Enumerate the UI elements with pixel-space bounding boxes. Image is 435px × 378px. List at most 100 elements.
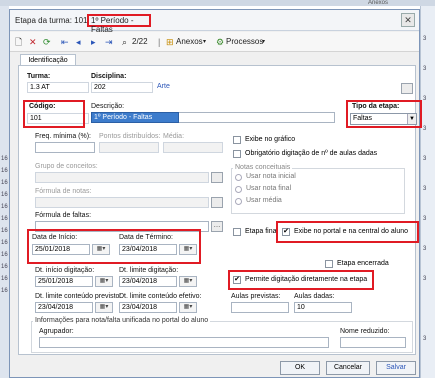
turma-label: Turma: <box>27 73 51 80</box>
exibe-portal-highlight-box <box>276 221 419 243</box>
turma-field[interactable]: 1.3 AT <box>27 82 89 93</box>
disciplina-name-link[interactable]: Arte <box>155 82 399 93</box>
freq-minima-label: Freq. mínima (%): <box>35 133 92 140</box>
dt-limite-digitacao-field[interactable]: 23/04/2018 <box>119 276 177 287</box>
dt-limite-efetivo-label: Dt. limite conteúdo efetivo: <box>119 293 202 300</box>
aulas-previstas-field[interactable] <box>231 302 289 313</box>
attachment-icon: ⊞ <box>166 37 174 47</box>
bg-row-number: 16 <box>1 276 8 282</box>
dt-limite-digitacao-label: Dt. limite digitação: <box>119 267 179 274</box>
permite-digitacao-checkbox[interactable]: ✔ <box>233 276 241 284</box>
calendar-icon[interactable]: ▦▾ <box>92 244 110 255</box>
bg-row-number: 16 <box>1 204 8 210</box>
dt-limite-previsto-field[interactable]: 23/04/2018 <box>35 302 93 313</box>
next-record-icon[interactable]: ▸ <box>91 35 96 49</box>
processos-menu-button[interactable]: Processos <box>226 35 263 49</box>
bg-row-number: 16 <box>1 252 8 258</box>
calendar-icon[interactable]: ▦▾ <box>179 244 197 255</box>
disciplina-code-field[interactable]: 202 <box>91 82 153 93</box>
bg-row-number: 3 <box>423 336 427 342</box>
refresh-icon[interactable]: ⟳ <box>43 35 51 49</box>
tipo-etapa-highlight-box <box>346 100 422 128</box>
usar-nota-inicial-label: Usar nota inicial <box>246 173 296 180</box>
formula-notas-field <box>35 197 209 208</box>
pontos-field <box>99 142 159 153</box>
calendar-icon[interactable]: ▦▾ <box>95 302 113 313</box>
bg-row-number: 3 <box>423 36 427 42</box>
anexos-menu-button[interactable]: Anexos <box>176 35 203 49</box>
separator: | <box>158 37 161 47</box>
background-anexos-label: Anexos <box>368 0 389 6</box>
etapa-final-checkbox[interactable] <box>233 228 241 236</box>
usar-nota-final-radio[interactable] <box>235 186 242 193</box>
chevron-down-icon[interactable]: ▾ <box>203 35 206 49</box>
formula-faltas-button[interactable]: … <box>211 221 223 232</box>
calendar-icon[interactable]: ▦▾ <box>179 302 197 313</box>
formula-faltas-label: Fórmula de faltas: <box>35 212 92 219</box>
disciplina-search-button[interactable] <box>401 83 413 94</box>
bg-row-number: 16 <box>1 264 8 270</box>
data-termino-field[interactable]: 23/04/2018 <box>119 244 177 255</box>
dt-limite-efetivo-field[interactable]: 23/04/2018 <box>119 302 177 313</box>
descricao-field[interactable]: 1º Período - Faltas <box>91 112 179 123</box>
dt-inicio-digitacao-label: Dt. início digitação: <box>35 267 95 274</box>
media-label: Média: <box>163 133 185 140</box>
bg-row-number: 3 <box>423 276 427 282</box>
aulas-dadas-field[interactable]: 10 <box>294 302 352 313</box>
data-inicio-label: Data de Início: <box>32 234 78 241</box>
data-termino-label: Data de Término: <box>119 234 173 241</box>
obrigatorio-label: Obrigatório digitação de nº de aulas dad… <box>245 150 378 157</box>
search-icon[interactable]: ⌕ <box>122 35 127 49</box>
dialog-toolbar: 🗋 ✕ ⟳ ⇤ ◂ ▸ ⇥ ⌕ 2/22 | ⊞ Anexos ▾ ⚙ Proc… <box>10 32 419 52</box>
delete-icon[interactable]: ✕ <box>29 35 37 49</box>
agrupador-label: Agrupador: <box>39 328 74 335</box>
ok-button[interactable]: OK <box>280 361 320 375</box>
etapa-dialog: Etapa da turma: 101 1º Período - Faltas … <box>9 9 422 378</box>
bg-row-number: 16 <box>1 180 8 186</box>
process-icon: ⚙ <box>216 37 225 47</box>
last-record-icon[interactable]: ⇥ <box>105 35 113 49</box>
grupo-conceitos-search-button <box>211 172 223 183</box>
usar-media-radio[interactable] <box>235 198 242 205</box>
calendar-icon[interactable]: ▦▾ <box>95 276 113 287</box>
close-button[interactable]: ✕ <box>401 13 415 27</box>
data-inicio-field[interactable]: 25/01/2018 <box>32 244 90 255</box>
bg-row-number: 3 <box>423 216 427 222</box>
etapa-encerrada-checkbox[interactable] <box>325 260 333 268</box>
new-icon[interactable]: 🗋 <box>15 35 22 49</box>
dt-inicio-digitacao-field[interactable]: 25/01/2018 <box>35 276 93 287</box>
bg-row-number: 16 <box>1 192 8 198</box>
previous-record-icon[interactable]: ◂ <box>76 35 81 49</box>
bg-row-number: 16 <box>1 240 8 246</box>
nome-reduzido-field[interactable] <box>340 337 406 348</box>
formula-notas-label: Fórmula de notas: <box>35 188 92 195</box>
descricao-label: Descrição: <box>91 103 125 110</box>
obrigatorio-checkbox[interactable] <box>233 150 241 158</box>
bg-row-number: 3 <box>423 246 427 252</box>
agrupador-field[interactable] <box>39 337 329 348</box>
bg-row-number: 16 <box>1 216 8 222</box>
disciplina-label: Disciplina: <box>91 73 127 80</box>
descricao-field-rest[interactable] <box>179 112 335 123</box>
salvar-button[interactable]: Salvar <box>376 361 416 375</box>
codigo-highlight-box <box>23 100 85 128</box>
aulas-dadas-label: Aulas dadas: <box>294 293 335 300</box>
cancelar-button[interactable]: Cancelar <box>326 361 370 375</box>
exibe-grafico-checkbox[interactable] <box>233 136 241 144</box>
bg-row-number: 16 <box>1 228 8 234</box>
dt-limite-previsto-label: Dt. limite conteúdo previsto: <box>35 293 122 300</box>
dialog-titlebar: Etapa da turma: 101 1º Período - Faltas … <box>10 10 419 34</box>
freq-minima-field[interactable] <box>35 142 95 153</box>
bg-row-number: 16 <box>1 288 8 294</box>
media-field <box>163 142 223 153</box>
first-record-icon[interactable]: ⇤ <box>61 35 69 49</box>
etapa-final-label: Etapa final <box>245 228 279 235</box>
chevron-down-icon[interactable]: ▾ <box>262 35 265 49</box>
bg-row-number: 3 <box>423 186 427 192</box>
exibe-grafico-label: Exibe no gráfico <box>245 136 296 143</box>
grupo-conceitos-field <box>35 172 209 183</box>
calendar-icon[interactable]: ▦▾ <box>179 276 197 287</box>
usar-nota-inicial-radio[interactable] <box>235 174 242 181</box>
usar-nota-final-label: Usar nota final <box>246 185 292 192</box>
dialog-title-highlight: 1º Período - Faltas <box>87 14 151 34</box>
